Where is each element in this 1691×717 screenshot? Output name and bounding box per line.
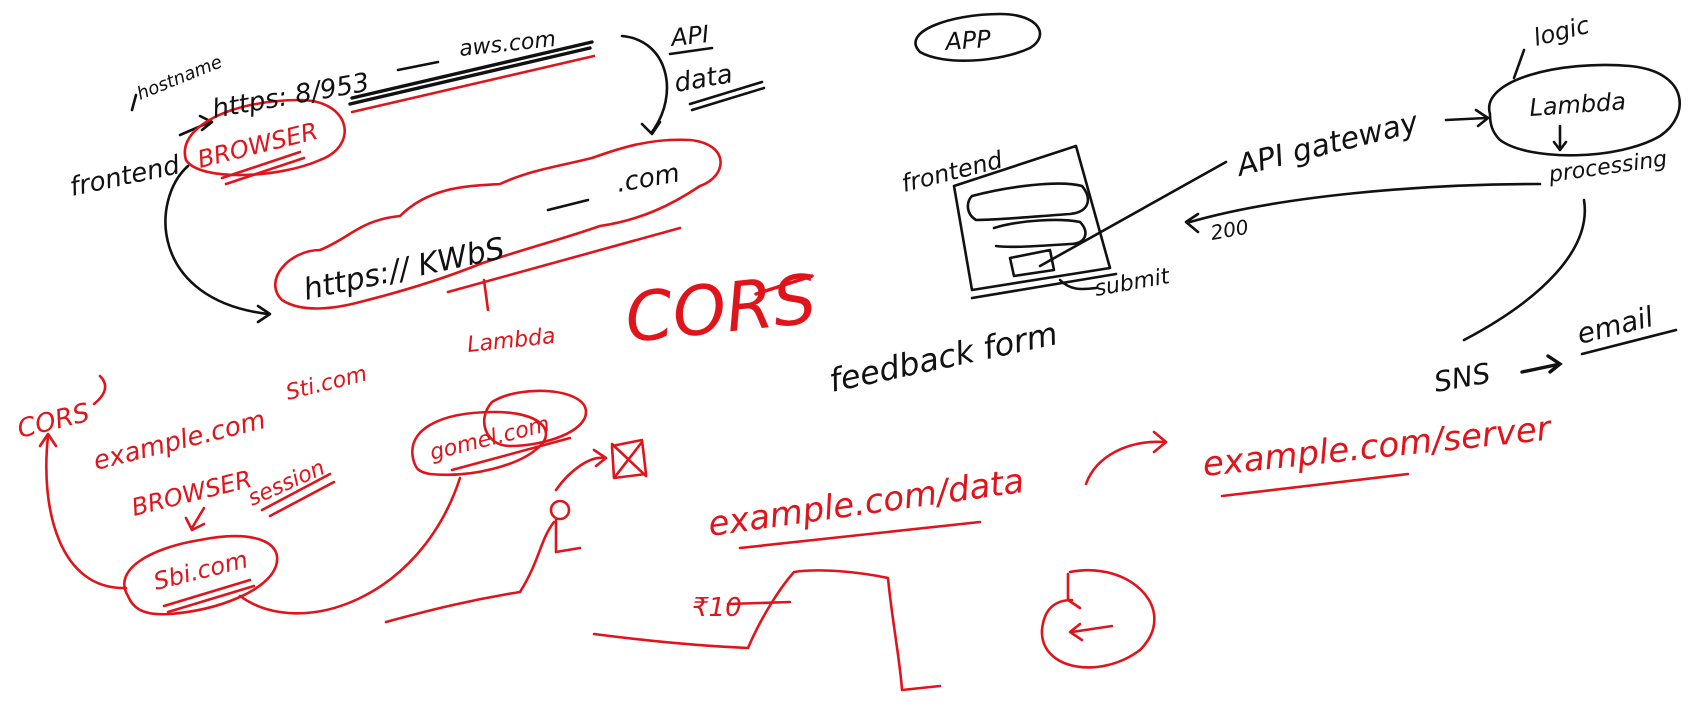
aws-com-label: aws.com [458, 27, 557, 62]
lambda-pointer [482, 278, 490, 312]
loop-stem [1066, 572, 1082, 610]
person-body-icon [554, 518, 582, 554]
logic-tick [1512, 48, 1526, 80]
api-to-kwbs-arrow [620, 34, 669, 136]
cors-small-curl [92, 374, 107, 406]
data-to-server-arrow [1084, 430, 1168, 486]
left-top-section: hostname frontend BROWSER https: 8/953 a… [67, 20, 820, 359]
left-bottom-section: CORS example.com Sti.com BROWSER session… [14, 362, 648, 624]
sns-to-email-arrow [1520, 354, 1563, 374]
person-head-icon [549, 499, 571, 521]
form-field-2 [992, 218, 1087, 249]
example-data-label: example.com/data [706, 461, 1027, 545]
frontend-label-left: frontend [67, 150, 183, 203]
url-underline-red [350, 54, 596, 114]
stick-path [384, 520, 556, 624]
example-server-label: example.com/server [1201, 408, 1555, 485]
loop-circle [1040, 569, 1156, 669]
lambda-label-left: Lambda [466, 324, 557, 358]
bottom-center-section: example.com/data example.com/server ₹10 [592, 408, 1555, 692]
sbi-com-label: Sbi.com [151, 545, 251, 595]
hostname-tick [130, 93, 138, 112]
email-label: email [1574, 300, 1657, 351]
browser-down-arrow [184, 506, 206, 532]
status-200-label: 200 [1209, 215, 1251, 245]
feedback-form-label: feedback form [826, 314, 1061, 399]
loop-arrow [1068, 622, 1114, 642]
frontend-arrow [178, 114, 214, 137]
cors-big-label: CORS [622, 260, 821, 359]
api-gateway-label: API gateway [1232, 105, 1423, 185]
kwbs-url: https:// KWbS [300, 231, 507, 308]
kwbs-dotcom: .com [614, 158, 682, 199]
right-top-section: APP logic Lambda API gateway processing … [826, 11, 1681, 400]
form-field-1 [966, 182, 1090, 222]
price-path-line [592, 569, 942, 692]
url-https: https: 8/953 [210, 68, 372, 125]
gomel-com-label: gomel.com [427, 412, 552, 466]
lambda-down-arrow [1552, 124, 1568, 152]
sti-com-label: Sti.com [283, 362, 369, 406]
browser-label-bottom: BROWSER [129, 465, 255, 522]
cors-small-label: CORS [14, 398, 92, 445]
gateway-to-lambda-arrow [1444, 108, 1490, 128]
sns-label: SNS [1431, 357, 1492, 399]
session-label: session [244, 456, 329, 512]
person-to-box-arrow [554, 448, 608, 492]
frontend-label-right: frontend [899, 146, 1006, 198]
whiteboard-canvas: hostname frontend BROWSER https: 8/953 a… [14, 11, 1681, 692]
processing-to-sns-line [1462, 198, 1587, 342]
blocked-box-icon [610, 438, 648, 480]
lambda-label-right: Lambda [1528, 87, 1626, 122]
browser-to-kwbs-arrow [164, 164, 272, 324]
app-label: APP [942, 25, 992, 56]
price-label: ₹10 [692, 593, 742, 623]
kwbs-dash [546, 198, 590, 212]
api-label-left: API [668, 20, 711, 52]
url-dash [396, 60, 440, 72]
logic-label: logic [1531, 11, 1593, 52]
